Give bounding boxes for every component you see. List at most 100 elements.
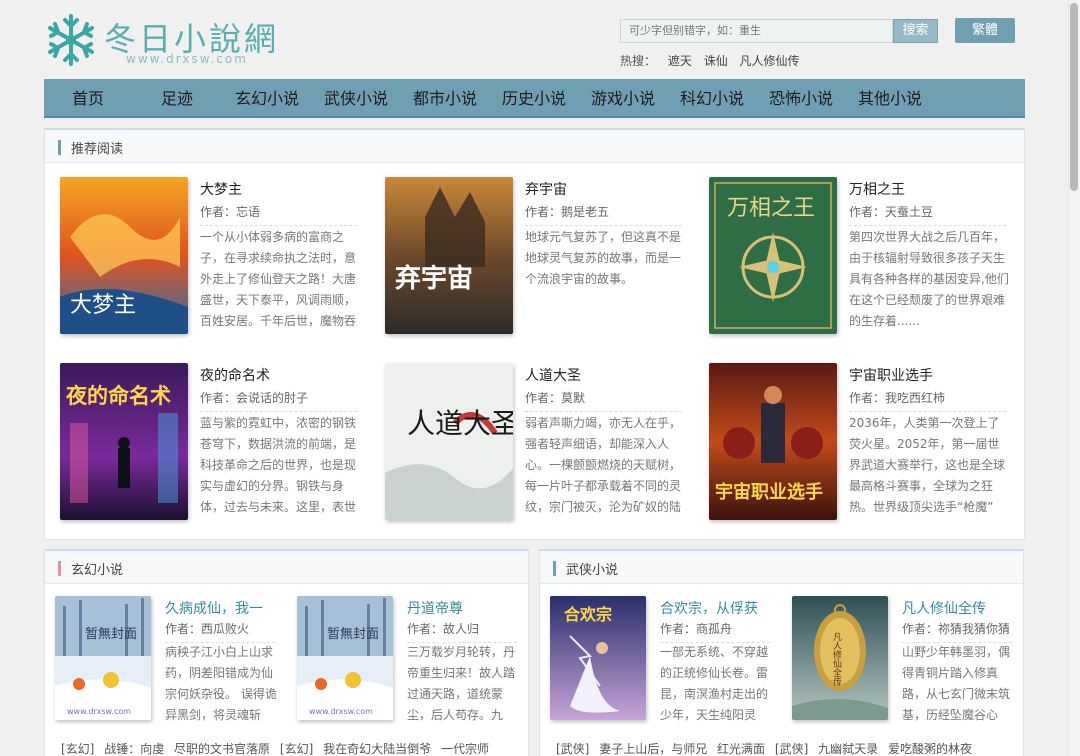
section-title: 武侠小说 <box>566 563 619 578</box>
nav-item-home[interactable]: 首页 <box>72 79 104 118</box>
list-item[interactable]: [武侠] 妻子上山后，与师兄 红光满面 [武侠] 九幽弑天录 爱吃酸粥的林夜 <box>556 740 978 756</box>
book-title[interactable]: 弃宇宙 <box>525 179 567 199</box>
book-cover[interactable]: 暂無封面 www.drxsw.com <box>297 596 393 720</box>
book-author: 作者：西瓜败火 <box>165 620 275 643</box>
wuxia-section: 武侠小说 合欢宗 合欢宗，从俘获 作者：商孤舟 一部无系统、不穿越的正统修仙长卷… <box>539 549 1024 756</box>
book-cover[interactable]: 大梦主 <box>60 177 188 334</box>
book-author: 作者：鹅是老五 <box>525 203 682 226</box>
page-scrollbar[interactable] <box>1068 0 1080 756</box>
book-author: 作者：祢猜我猜你猜 <box>902 620 1012 643</box>
book-card[interactable]: 人道大圣 人道大圣 作者：莫默 弱者声嘶力竭，亦无人在乎，强者轻声细语，却能深入… <box>385 363 685 523</box>
cover-watermark: www.drxsw.com <box>67 707 131 716</box>
cover-text: 宇宙职业选手 <box>715 481 823 503</box>
book-description: 第四次世界大战之后几百年，由于核辐射导致很多孩子天生具有各种各样的基因变异,他们… <box>849 230 1009 328</box>
section-title: 玄幻小说 <box>71 563 124 578</box>
book-cover[interactable]: 凡人修仙全传 <box>792 596 888 720</box>
section-marker <box>553 561 556 576</box>
hot-search-link[interactable]: 凡人修仙传 <box>740 54 800 68</box>
nav-item-dushi[interactable]: 都市小说 <box>413 79 477 118</box>
nav-item-kehuan[interactable]: 科幻小说 <box>680 79 744 118</box>
book-description: 地球元气复苏了，但这真不是地球灵气复苏的故事，而是一个流浪宇宙的故事。 <box>525 230 682 286</box>
book-card[interactable]: 宇宙职业选手 宇宙职业选手 作者：我吃西红柿 2036年，人类第一次登上了荧火星… <box>709 363 1009 523</box>
cover-text: 暂無封面 <box>85 627 137 642</box>
list-book-link[interactable]: 九幽弑天录 <box>818 742 878 756</box>
book-cover[interactable]: 人道大圣 <box>385 363 513 520</box>
section-title: 推荐阅读 <box>71 142 124 157</box>
list-category: [玄幻] <box>279 742 314 756</box>
scrollbar-thumb[interactable] <box>1070 3 1078 191</box>
list-author: 爱吃酸粥的林夜 <box>887 742 972 756</box>
main-nav: 首页 足迹 玄幻小说 武侠小说 都市小说 历史小说 游戏小说 科幻小说 恐怖小说… <box>44 79 1025 118</box>
book-card[interactable]: 大梦主 大梦主 作者：忘语 一个从小体弱多病的富商之子，在寻求续命执之法时，意外… <box>60 177 360 337</box>
list-category: [武侠] <box>774 742 809 756</box>
snowflake-icon <box>48 14 94 66</box>
cover-text: 万相之王 <box>727 196 815 221</box>
list-author: 红光满面 <box>717 742 766 756</box>
list-book-link[interactable]: 妻子上山后，与师兄 <box>599 742 707 756</box>
list-book-link[interactable]: 战锤：向虔 <box>104 742 164 756</box>
book-card[interactable]: 合欢宗 合欢宗，从俘获 作者：商孤舟 一部无系统、不穿越的正统修仙长卷。雷昆，南… <box>550 596 780 724</box>
nav-item-lishi[interactable]: 历史小说 <box>502 79 566 118</box>
section-marker <box>58 561 61 576</box>
site-url: www.drxsw.com <box>126 52 248 66</box>
cover-text: 弃宇宙 <box>395 263 473 294</box>
list-category: [玄幻] <box>61 742 95 756</box>
cover-text: 大梦主 <box>70 293 136 318</box>
book-title[interactable]: 夜的命名术 <box>200 365 270 385</box>
book-title[interactable]: 大梦主 <box>200 179 242 199</box>
book-author: 作者：天蚕土豆 <box>849 203 1006 226</box>
search-button[interactable]: 搜索 <box>893 19 938 43</box>
book-description: 山野少年韩墨羽，偶得青铜片踏入修真路，从七玄门微末筑基，历经坠魔谷心 <box>902 645 1011 722</box>
book-description: 弱者声嘶力竭，亦无人在乎，强者轻声细语，却能深入人心。一棵颤颤燃烧的天赋树，每一… <box>525 416 682 514</box>
book-cover[interactable]: 合欢宗 <box>550 596 646 720</box>
book-cover[interactable]: 万相之王 <box>709 177 837 334</box>
section-header: 武侠小说 <box>540 551 1023 584</box>
book-card[interactable]: 凡人修仙全传 凡人修仙全传 作者：祢猜我猜你猜 山野少年韩墨羽，偶得青铜片踏入修… <box>792 596 1022 724</box>
cover-watermark: www.drxsw.com <box>309 707 373 716</box>
hot-search-label: 热搜： <box>620 54 657 68</box>
book-title[interactable]: 合欢宗，从俘获 <box>660 598 758 618</box>
book-description: 2036年，人类第一次登上了荧火星。2052年，第一届世界武道大赛举行，这也是全… <box>849 416 1006 514</box>
hot-search-link[interactable]: 诛仙 <box>704 54 728 68</box>
book-author: 作者：商孤舟 <box>660 620 770 643</box>
book-card[interactable]: 夜的命名术 夜的命名术 作者：会说话的肘子 蓝与紫的霓虹中，浓密的钢铁苍穹下，数… <box>60 363 360 523</box>
nav-item-history[interactable]: 足迹 <box>161 79 193 118</box>
book-card[interactable]: 万相之王 万相之王 作者：天蚕土豆 第四次世界大战之后几百年，由于核辐射导致很多… <box>709 177 1009 337</box>
book-description: 一部无系统、不穿越的正统修仙长卷。雷昆，南溟渔村走出的少年，天生纯阳灵 <box>660 645 769 722</box>
cover-text: 暂無封面 <box>327 627 379 642</box>
hot-search: 热搜： 遮天 诛仙 凡人修仙传 <box>620 52 808 69</box>
book-author: 作者：故人归 <box>407 620 517 643</box>
book-cover[interactable]: 弃宇宙 <box>385 177 513 334</box>
nav-item-kongbu[interactable]: 恐怖小说 <box>769 79 833 118</box>
nav-item-qita[interactable]: 其他小说 <box>858 79 922 118</box>
header: 冬日小說網 www.drxsw.com 可少字但别错字，如：重生 搜索 繁體 热… <box>0 0 1068 78</box>
book-title[interactable]: 久病成仙，我一 <box>165 598 263 618</box>
list-author: 一代宗师 <box>440 742 489 756</box>
book-card[interactable]: 暂無封面 www.drxsw.com 丹道帝尊 作者：故人归 三万载岁月轮转，丹… <box>297 596 527 724</box>
nav-item-wuxia[interactable]: 武侠小说 <box>324 79 388 118</box>
book-title[interactable]: 凡人修仙全传 <box>902 598 986 618</box>
book-author: 作者：会说话的肘子 <box>200 389 357 412</box>
list-author: 尽职的文书官落原 <box>174 742 271 756</box>
section-header: 玄幻小说 <box>45 551 528 584</box>
book-author: 作者：忘语 <box>200 203 357 226</box>
book-cover[interactable]: 暂無封面 www.drxsw.com <box>55 596 151 720</box>
book-title[interactable]: 万相之王 <box>849 179 905 199</box>
list-book-link[interactable]: 我在奇幻大陆当倒爷 <box>323 742 431 756</box>
book-cover[interactable]: 夜的命名术 <box>60 363 188 520</box>
nav-item-xuanhuan[interactable]: 玄幻小说 <box>235 79 299 118</box>
cover-text: 凡人修仙全传 <box>831 632 842 687</box>
book-title[interactable]: 宇宙职业选手 <box>849 365 933 385</box>
book-title[interactable]: 人道大圣 <box>525 365 581 385</box>
list-category: [武侠] <box>556 742 590 756</box>
search-input[interactable]: 可少字但别错字，如：重生 <box>620 19 893 43</box>
book-card[interactable]: 暂無封面 www.drxsw.com 久病成仙，我一 作者：西瓜败火 病秧子江小… <box>55 596 285 724</box>
book-card[interactable]: 弃宇宙 弃宇宙 作者：鹅是老五 地球元气复苏了，但这真不是地球灵气复苏的故事，而… <box>385 177 685 337</box>
nav-item-youxi[interactable]: 游戏小说 <box>591 79 655 118</box>
site-logo[interactable]: 冬日小說網 www.drxsw.com <box>46 12 276 68</box>
traditional-chinese-button[interactable]: 繁體 <box>955 18 1015 43</box>
book-title[interactable]: 丹道帝尊 <box>407 598 463 618</box>
hot-search-link[interactable]: 遮天 <box>668 54 692 68</box>
book-cover[interactable]: 宇宙职业选手 <box>709 363 837 520</box>
list-item[interactable]: [玄幻] 战锤：向虔 尽职的文书官落原 [玄幻] 我在奇幻大陆当倒爷 一代宗师 <box>61 740 495 756</box>
